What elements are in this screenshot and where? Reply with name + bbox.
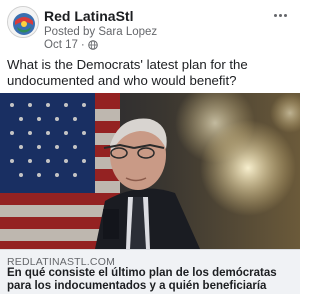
link-title[interactable]: En qué consiste el último plan de los de…: [7, 267, 297, 293]
article-photo: [0, 93, 300, 249]
page-name[interactable]: Red LatinaStl: [44, 8, 133, 24]
link-preview-image[interactable]: [0, 93, 300, 249]
meta-separator: ·: [80, 39, 85, 51]
avatar-logo-icon: [8, 7, 38, 37]
post-header: Red LatinaStl Posted by Sara Lopez Oct 1…: [0, 0, 300, 54]
post-date[interactable]: Oct 17: [44, 39, 78, 51]
more-options-icon[interactable]: [274, 4, 292, 18]
page-avatar[interactable]: [7, 6, 39, 38]
globe-icon[interactable]: [87, 40, 98, 50]
posted-by-text: Posted by Sara Lopez: [44, 26, 158, 38]
post-text: What is the Democrats' latest plan for t…: [7, 57, 248, 88]
link-preview-card[interactable]: REDLATINASTL.COM En qué consiste el últi…: [0, 93, 300, 294]
link-preview-footer[interactable]: REDLATINASTL.COM En qué consiste el últi…: [0, 249, 300, 294]
post-meta: Oct 17 ·: [44, 39, 98, 51]
